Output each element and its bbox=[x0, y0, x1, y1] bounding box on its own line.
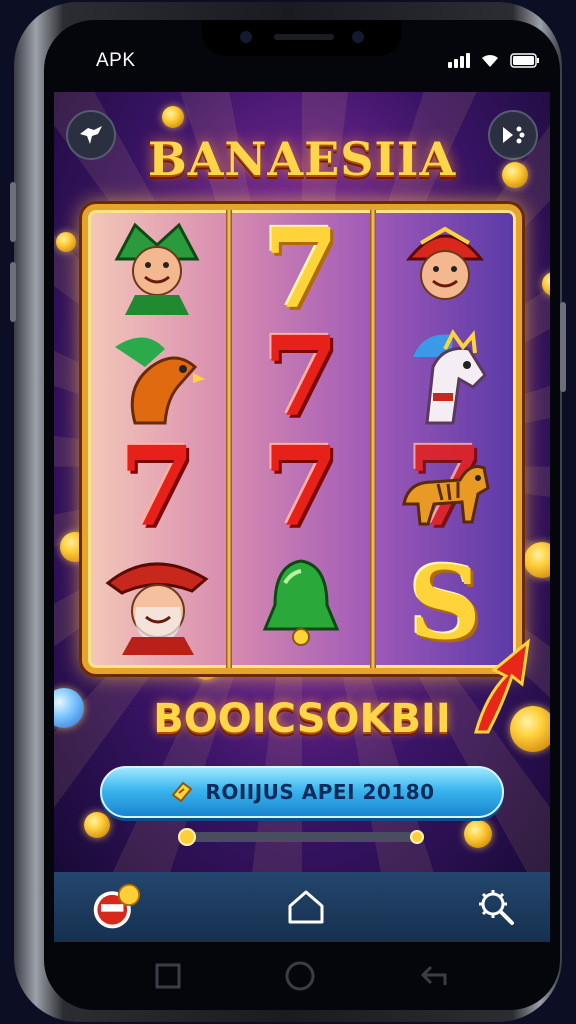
rooster-icon bbox=[115, 337, 205, 425]
coin-icon bbox=[162, 106, 184, 128]
symbol-bell bbox=[236, 548, 366, 658]
speaker-grille bbox=[274, 34, 334, 40]
bonus-button-label: ROIIJUS APEI 20180 bbox=[205, 780, 435, 804]
home-button[interactable] bbox=[280, 881, 332, 933]
jester-icon bbox=[405, 226, 485, 300]
reels-frame: 7 7 7 7 S bbox=[82, 204, 522, 674]
phone-screen: APK BANAESIIA 7 7 7 7 S BOOICSOKBII ROII… bbox=[44, 20, 560, 1010]
horse-icon bbox=[413, 329, 487, 425]
ticket-icon bbox=[171, 781, 193, 803]
symbol-old-man bbox=[92, 548, 222, 658]
home-icon bbox=[288, 890, 324, 924]
symbol-rooster bbox=[92, 322, 222, 432]
coin-icon bbox=[56, 232, 76, 252]
game-title: BANAESIIA bbox=[147, 132, 457, 186]
volume-up-button bbox=[10, 182, 16, 242]
settings-search-icon bbox=[479, 890, 514, 925]
symbol-horse bbox=[380, 322, 510, 432]
symbol-jester bbox=[380, 212, 510, 322]
wifi-icon bbox=[482, 54, 498, 67]
progress-bar[interactable] bbox=[178, 828, 424, 846]
symbol-seven: 7 bbox=[262, 422, 340, 551]
jester-icon bbox=[114, 222, 200, 315]
camera-notch bbox=[202, 20, 402, 56]
shield-coin-icon bbox=[93, 883, 141, 929]
volume-down-button bbox=[10, 262, 16, 322]
sensor-icon bbox=[352, 31, 364, 43]
carrier-label: APK bbox=[96, 50, 136, 71]
coin-icon bbox=[502, 162, 528, 188]
bonus-title: BOOICSOKBII bbox=[153, 696, 451, 742]
slot-game-area: BANAESIIA 7 7 7 7 S BOOICSOKBII ROIIJUS … bbox=[54, 92, 550, 872]
reel-1: 7 bbox=[88, 210, 226, 668]
symbol-seven: 7 bbox=[262, 204, 340, 333]
bottom-nav bbox=[54, 872, 550, 942]
phone-frame: APK BANAESIIA 7 7 7 7 S BOOICSOKBII ROII… bbox=[10, 2, 566, 1022]
symbol-seven: 7 bbox=[118, 422, 196, 551]
bonus-button[interactable]: ROIIJUS APEI 20180 bbox=[100, 766, 504, 818]
shield-button[interactable] bbox=[90, 881, 142, 933]
signal-icon bbox=[448, 53, 470, 68]
coin-icon bbox=[464, 820, 492, 848]
symbol-seven-tiger: 7 bbox=[380, 432, 510, 542]
camera-icon bbox=[240, 31, 252, 43]
settings-button[interactable] bbox=[470, 881, 522, 933]
system-nav-bar bbox=[44, 942, 560, 1010]
battery-icon bbox=[510, 53, 539, 68]
coin-icon bbox=[84, 812, 110, 838]
reel-3: 7 S bbox=[376, 210, 514, 668]
progress-knob-end bbox=[410, 830, 424, 844]
power-button bbox=[560, 302, 566, 392]
home-circle-icon[interactable] bbox=[284, 960, 316, 992]
symbol-jester bbox=[92, 212, 222, 322]
old-man-hat-icon bbox=[105, 562, 209, 655]
tiger-icon bbox=[402, 465, 490, 526]
progress-knob-start[interactable] bbox=[178, 828, 196, 846]
symbol-seven: 7 bbox=[262, 312, 340, 441]
status-icons bbox=[448, 52, 540, 68]
bell-icon bbox=[262, 559, 340, 646]
recents-icon[interactable] bbox=[155, 963, 181, 989]
back-icon[interactable] bbox=[419, 963, 449, 989]
reel-2: 7 7 7 bbox=[232, 210, 370, 668]
